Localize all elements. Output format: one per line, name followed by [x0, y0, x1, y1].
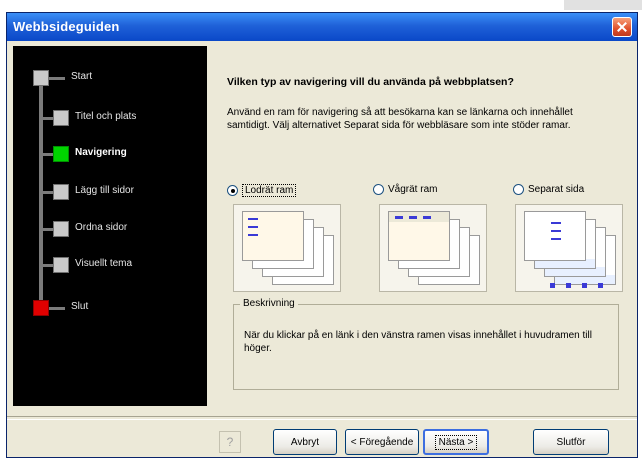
nav-link-mark [551, 238, 561, 240]
back-button-label: < Föregående [350, 436, 414, 448]
nav-link-mark [551, 222, 561, 224]
step-bullet-icon [33, 70, 49, 86]
step-bullet-icon [33, 300, 49, 316]
step-bullet-icon [53, 221, 69, 237]
option-vagrat-ram[interactable]: Vågrät ram [373, 184, 437, 195]
star-icon [566, 283, 571, 288]
title-bar[interactable]: Webbsideguiden [7, 13, 637, 41]
step-connector [43, 228, 53, 231]
cancel-button-label: Avbryt [290, 436, 320, 448]
finish-button[interactable]: Slutför [533, 429, 609, 455]
step-navigation-panel: Start Titel och plats Navigering Lägg ti… [13, 46, 207, 406]
page-description: Använd en ram för navigering så att besö… [227, 107, 573, 131]
thumbnail-vagrat-ram[interactable] [379, 204, 487, 292]
option-label: Vågrät ram [388, 184, 438, 195]
step-label: Ordna sidor [75, 222, 128, 233]
step-label: Start [71, 71, 93, 82]
groupbox-text: När du klickar på en länk i den vänstra … [244, 330, 592, 354]
step-bullet-icon [53, 184, 69, 200]
star-icon [550, 283, 555, 288]
step-connector [49, 77, 65, 80]
nav-link-mark [423, 216, 431, 219]
step-label: Titel och plats [75, 111, 137, 122]
description-groupbox: Beskrivning När du klickar på en länk i … [233, 298, 619, 390]
step-connector [43, 153, 53, 156]
star-icon [598, 283, 603, 288]
page-front [388, 211, 450, 261]
wizard-content: Vilken typ av navigering vill du använda… [213, 46, 631, 414]
step-connector [43, 117, 53, 120]
help-icon[interactable]: ? [219, 431, 241, 453]
wizard-window: Webbsideguiden Start Titel och plats Nav… [6, 12, 638, 458]
radio-lodrat-ram[interactable] [227, 185, 238, 196]
step-connector [49, 307, 65, 310]
page-front [242, 211, 304, 261]
option-separat-sida[interactable]: Separat sida [513, 184, 584, 195]
radio-vagrat-ram[interactable] [373, 184, 384, 195]
step-bullet-icon [53, 110, 69, 126]
step-label: Visuellt tema [75, 258, 133, 269]
finish-button-label: Slutför [556, 436, 586, 448]
page-question: Vilken typ av navigering vill du använda… [227, 76, 514, 88]
close-icon[interactable] [612, 17, 632, 37]
option-lodrat-ram[interactable]: Lodrät ram [227, 184, 297, 197]
thumbnail-lodrat-ram[interactable] [233, 204, 341, 292]
nav-link-mark [248, 218, 258, 220]
help-icon-glyph: ? [226, 435, 234, 449]
nav-link-mark [395, 216, 403, 219]
nav-link-mark [409, 216, 417, 219]
option-label: Lodrät ram [242, 184, 297, 197]
background-strip [564, 0, 642, 10]
cancel-button[interactable]: Avbryt [273, 429, 337, 455]
window-title: Webbsideguiden [13, 19, 120, 34]
step-label: Lägg till sidor [75, 185, 134, 196]
footer-divider [7, 416, 637, 420]
step-connector [43, 191, 53, 194]
star-icon [582, 283, 587, 288]
option-label: Separat sida [528, 184, 585, 195]
nav-link-mark [248, 226, 258, 228]
next-button[interactable]: Nästa > [423, 429, 489, 455]
next-button-label: Nästa > [434, 434, 478, 450]
thumbnail-separat-sida[interactable] [515, 204, 623, 292]
step-label: Navigering [75, 147, 127, 158]
groupbox-legend: Beskrivning [240, 298, 298, 309]
page-front [524, 211, 586, 261]
back-button[interactable]: < Föregående [345, 429, 419, 455]
nav-link-mark [551, 230, 561, 232]
step-bullet-icon [53, 146, 69, 162]
step-connector [43, 264, 53, 267]
step-label: Slut [71, 301, 89, 312]
step-bullet-icon [53, 257, 69, 273]
radio-separat-sida[interactable] [513, 184, 524, 195]
nav-link-mark [248, 234, 258, 236]
